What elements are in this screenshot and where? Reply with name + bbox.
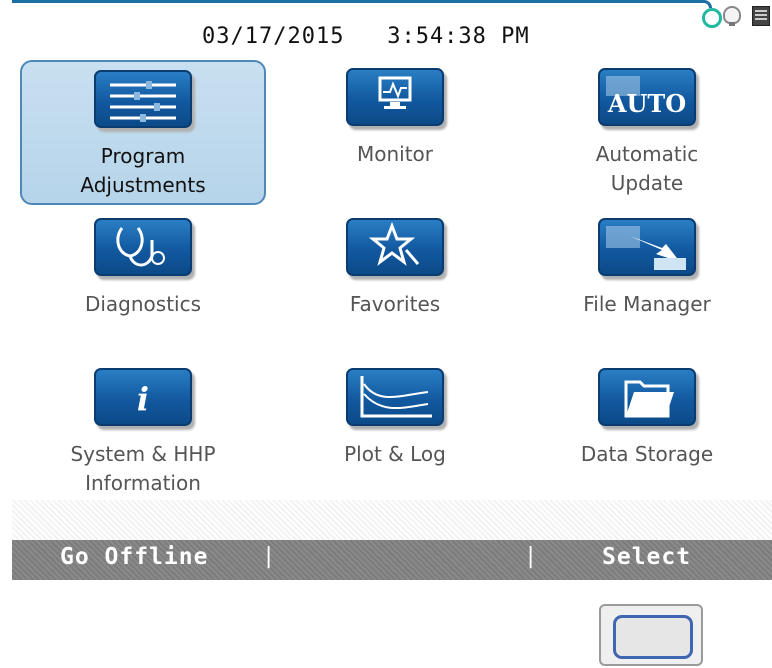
file-transfer-icon [598,218,696,276]
menu-label-line1: Favorites [349,292,441,316]
info-icon-text: i [137,380,149,418]
softkey-separator: | [524,544,538,569]
menu-label-line1: Automatic [595,142,699,166]
menu-item-automatic-update[interactable]: AUTO Automatic Update [524,68,770,198]
softkey-bar: Go Offline | | Select [12,540,772,580]
hardware-select-button[interactable] [599,604,703,666]
menu-label-line1: File Manager [583,292,711,316]
status-bar-frame [12,0,712,8]
menu-item-file-manager[interactable]: File Manager [524,218,770,319]
menu-label-line1: Program [100,144,186,168]
sliders-icon [94,70,192,128]
device-screen: 03/17/2015 3:54:38 PM Program Adjustment… [12,0,772,580]
menu-label-line1: Monitor [356,142,434,166]
select-softkey[interactable]: Select [602,544,691,570]
menu-label-line1: Plot & Log [344,442,446,466]
info-icon: i [94,368,192,426]
menu-item-data-storage[interactable]: Data Storage [524,368,770,469]
menu-label-line1: System & HHP [70,442,216,466]
softkey-separator: | [262,544,276,569]
menu-label-line2: Information [85,471,201,495]
softkey-haze [12,500,772,540]
menu-label-line2: Update [610,171,684,195]
menu-item-system-hhp-information[interactable]: i System & HHP Information [20,368,266,498]
stethoscope-icon [94,218,192,276]
menu-item-program-adjustments[interactable]: Program Adjustments [20,60,266,205]
menu-item-favorites[interactable]: Favorites [272,218,518,319]
go-offline-softkey[interactable]: Go Offline [60,544,208,570]
menu-label-line1: Diagnostics [84,292,202,316]
menu-label-line1: Data Storage [580,442,714,466]
menu-item-monitor[interactable]: Monitor [272,68,518,169]
folder-icon [598,368,696,426]
lightbulb-icon [723,6,741,26]
status-date: 03/17/2015 [202,24,345,49]
battery-icon [752,6,770,26]
connection-ring-icon [702,8,722,28]
menu-item-plot-log[interactable]: Plot & Log [272,368,518,469]
menu-label-line2: Adjustments [80,173,206,197]
plot-icon [346,368,444,426]
auto-icon: AUTO [598,68,696,126]
star-icon [346,218,444,276]
auto-icon-text: AUTO [607,89,686,118]
status-datetime: 03/17/2015 3:54:38 PM [202,24,530,49]
monitor-icon [346,68,444,126]
status-time: 3:54:38 PM [387,24,530,49]
menu-item-diagnostics[interactable]: Diagnostics [20,218,266,319]
